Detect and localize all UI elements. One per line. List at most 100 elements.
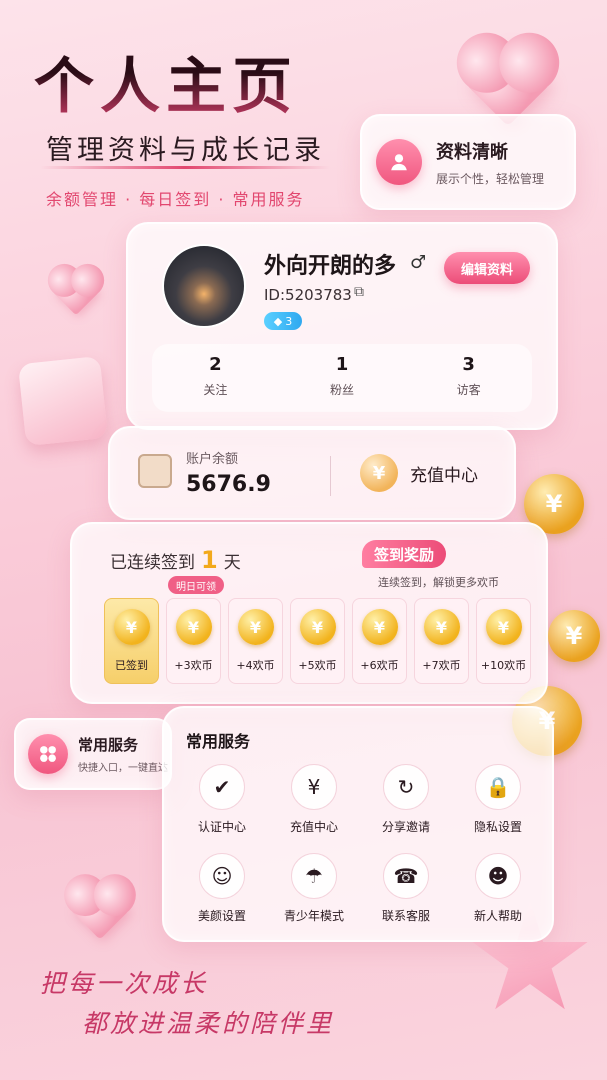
coin-icon: ¥ <box>485 609 522 645</box>
share-icon: ↻ <box>383 764 429 810</box>
coin-icon: ¥ <box>361 609 398 645</box>
umbrella-icon: ☂ <box>291 853 337 899</box>
services-title: 常用服务 <box>186 732 251 751</box>
stat-label: 粉丝 <box>330 383 355 397</box>
day-label: 已签到 <box>115 659 148 672</box>
recharge-label: 充值中心 <box>410 465 478 486</box>
stat-value: 1 <box>335 354 349 375</box>
level-value: 3 <box>285 314 293 328</box>
services-grid: ✔ 认证中心 ¥ 充值中心 ↻ 分享邀请 🔒 隐私设置 ☺ 美颜设置 ☂ 青少年模式 ☎ 联系… <box>176 764 544 924</box>
service-teen-mode[interactable]: ☂ 青少年模式 <box>268 853 360 924</box>
checkin-day[interactable]: ¥ +6欢币 <box>352 598 407 684</box>
avatar[interactable] <box>162 244 246 328</box>
checkin-day[interactable]: ¥ +3欢币 <box>166 598 221 684</box>
yen-coin-icon: ¥ <box>360 454 398 492</box>
coin-icon: ¥ <box>175 609 212 645</box>
stat-following[interactable]: 2 关注 <box>152 344 279 412</box>
streak-prefix: 已连续签到 <box>110 553 195 573</box>
stat-value: 2 <box>209 354 222 375</box>
streak-days: 1 <box>201 546 218 574</box>
new-user-icon: ☻ <box>475 853 521 899</box>
checkin-days: ¥ 已签到 ¥ +3欢币 ¥ +4欢币 ¥ +5欢币 ¥ +6欢币 ¥ +7欢币 ¥ +10欢… <box>104 598 531 684</box>
streak-suffix: 天 <box>223 553 241 573</box>
day-label: +10欢币 <box>480 659 527 672</box>
feature-tags: 余额管理 · 每日签到 · 常用服务 <box>46 190 305 209</box>
diamond-icon: ◆ <box>273 314 283 328</box>
copy-icon[interactable]: ⧉ <box>354 284 364 300</box>
profile-card: 外向开朗的多 ♂ ID:5203783 ⧉ ◆ 3 编辑资料 2 关注 1 粉丝… <box>126 222 558 430</box>
coin-icon: ¥ <box>299 609 336 645</box>
reward-subtitle: 连续签到，解锁更多欢币 <box>378 576 499 589</box>
checkin-day[interactable]: ¥ +10欢币 <box>476 598 531 684</box>
service-label: 联系客服 <box>381 909 430 923</box>
checkin-day[interactable]: ¥ +4欢币 <box>228 598 283 684</box>
service-label: 美颜设置 <box>197 909 246 923</box>
checkin-card: 已连续签到 1 天 签到奖励 连续签到，解锁更多欢币 明日可领 ¥ 已签到 ¥ +3欢币… <box>70 522 548 704</box>
service-label: 新人帮助 <box>473 909 522 923</box>
nickname: 外向开朗的多 <box>264 254 397 279</box>
heart-decoration <box>52 268 100 316</box>
yen-icon: ¥ <box>291 764 337 810</box>
divider <box>330 456 331 496</box>
stat-value: 3 <box>462 354 475 375</box>
service-verify[interactable]: ✔ 认证中心 <box>176 764 268 835</box>
smile-icon: ☺ <box>199 853 245 899</box>
tomorrow-tag: 明日可领 <box>168 576 224 594</box>
stat-label: 关注 <box>203 383 228 397</box>
coin-icon: ¥ <box>113 609 150 645</box>
service-label: 分享邀请 <box>381 820 430 834</box>
coin-decoration: ¥ <box>548 610 600 662</box>
service-label: 充值中心 <box>289 820 338 834</box>
chip-subtitle: 展示个性，轻松管理 <box>436 171 545 186</box>
shield-check-icon: ✔ <box>199 764 245 810</box>
lock-icon: 🔒 <box>475 764 521 810</box>
services-card: 常用服务 ✔ 认证中心 ¥ 充值中心 ↻ 分享邀请 🔒 隐私设置 ☺ 美颜设置 ☂ 青少年模… <box>162 706 554 942</box>
service-support[interactable]: ☎ 联系客服 <box>360 853 452 924</box>
chip-title: 常用服务 <box>78 736 139 754</box>
male-icon: ♂ <box>410 252 427 273</box>
checkin-streak: 已连续签到 1 天 <box>110 546 241 574</box>
wallet-icon <box>138 454 172 488</box>
page-subtitle: 管理资料与成长记录 <box>46 135 325 166</box>
service-share[interactable]: ↻ 分享邀请 <box>360 764 452 835</box>
stat-visitors[interactable]: 3 访客 <box>405 344 532 412</box>
slogan-line-2: 都放进温柔的陪伴里 <box>82 1009 335 1038</box>
coin-icon: ¥ <box>423 609 460 645</box>
service-recharge[interactable]: ¥ 充值中心 <box>268 764 360 835</box>
grid-icon <box>28 734 68 774</box>
stat-label: 访客 <box>456 383 481 397</box>
day-label: +4欢币 <box>236 659 275 672</box>
day-label: +7欢币 <box>422 659 461 672</box>
headset-icon: ☎ <box>383 853 429 899</box>
slogan-line-1: 把每一次成长 <box>40 969 209 998</box>
service-label: 隐私设置 <box>473 820 522 834</box>
service-beauty[interactable]: ☺ 美颜设置 <box>176 853 268 924</box>
checkin-day[interactable]: ¥ +7欢币 <box>414 598 469 684</box>
user-icon <box>376 139 422 185</box>
checkin-day[interactable]: ¥ +5欢币 <box>290 598 345 684</box>
service-privacy[interactable]: 🔒 隐私设置 <box>452 764 544 835</box>
service-label: 认证中心 <box>197 820 246 834</box>
day-label: +3欢币 <box>174 659 213 672</box>
page-title: 个人主页 <box>34 38 298 125</box>
wallet-decoration <box>17 355 109 447</box>
service-label: 青少年模式 <box>283 909 344 923</box>
title-underline <box>40 166 330 169</box>
day-label: +6欢币 <box>360 659 399 672</box>
chip-subtitle: 快捷入口，一键直达 <box>78 763 168 774</box>
services-chip: 常用服务 快捷入口，一键直达 <box>14 718 172 790</box>
level-badge: ◆ 3 <box>264 312 302 330</box>
reward-badge: 签到奖励 <box>362 540 447 568</box>
balance-card: 账户余额 5676.9 ¥ 充值中心 <box>108 426 516 520</box>
chip-title: 资料清晰 <box>436 141 508 163</box>
stat-followers[interactable]: 1 粉丝 <box>279 344 406 412</box>
profile-info-chip: 资料清晰 展示个性，轻松管理 <box>360 114 576 210</box>
stats-row: 2 关注 1 粉丝 3 访客 <box>152 344 532 412</box>
heart-decoration <box>70 880 130 940</box>
user-id: ID:5203783 <box>264 286 352 304</box>
edit-profile-button[interactable]: 编辑资料 <box>444 252 530 284</box>
service-help[interactable]: ☻ 新人帮助 <box>452 853 544 924</box>
checkin-day[interactable]: ¥ 已签到 <box>104 598 159 684</box>
recharge-center-button[interactable]: ¥ 充值中心 <box>360 454 478 492</box>
coin-icon: ¥ <box>237 609 274 645</box>
